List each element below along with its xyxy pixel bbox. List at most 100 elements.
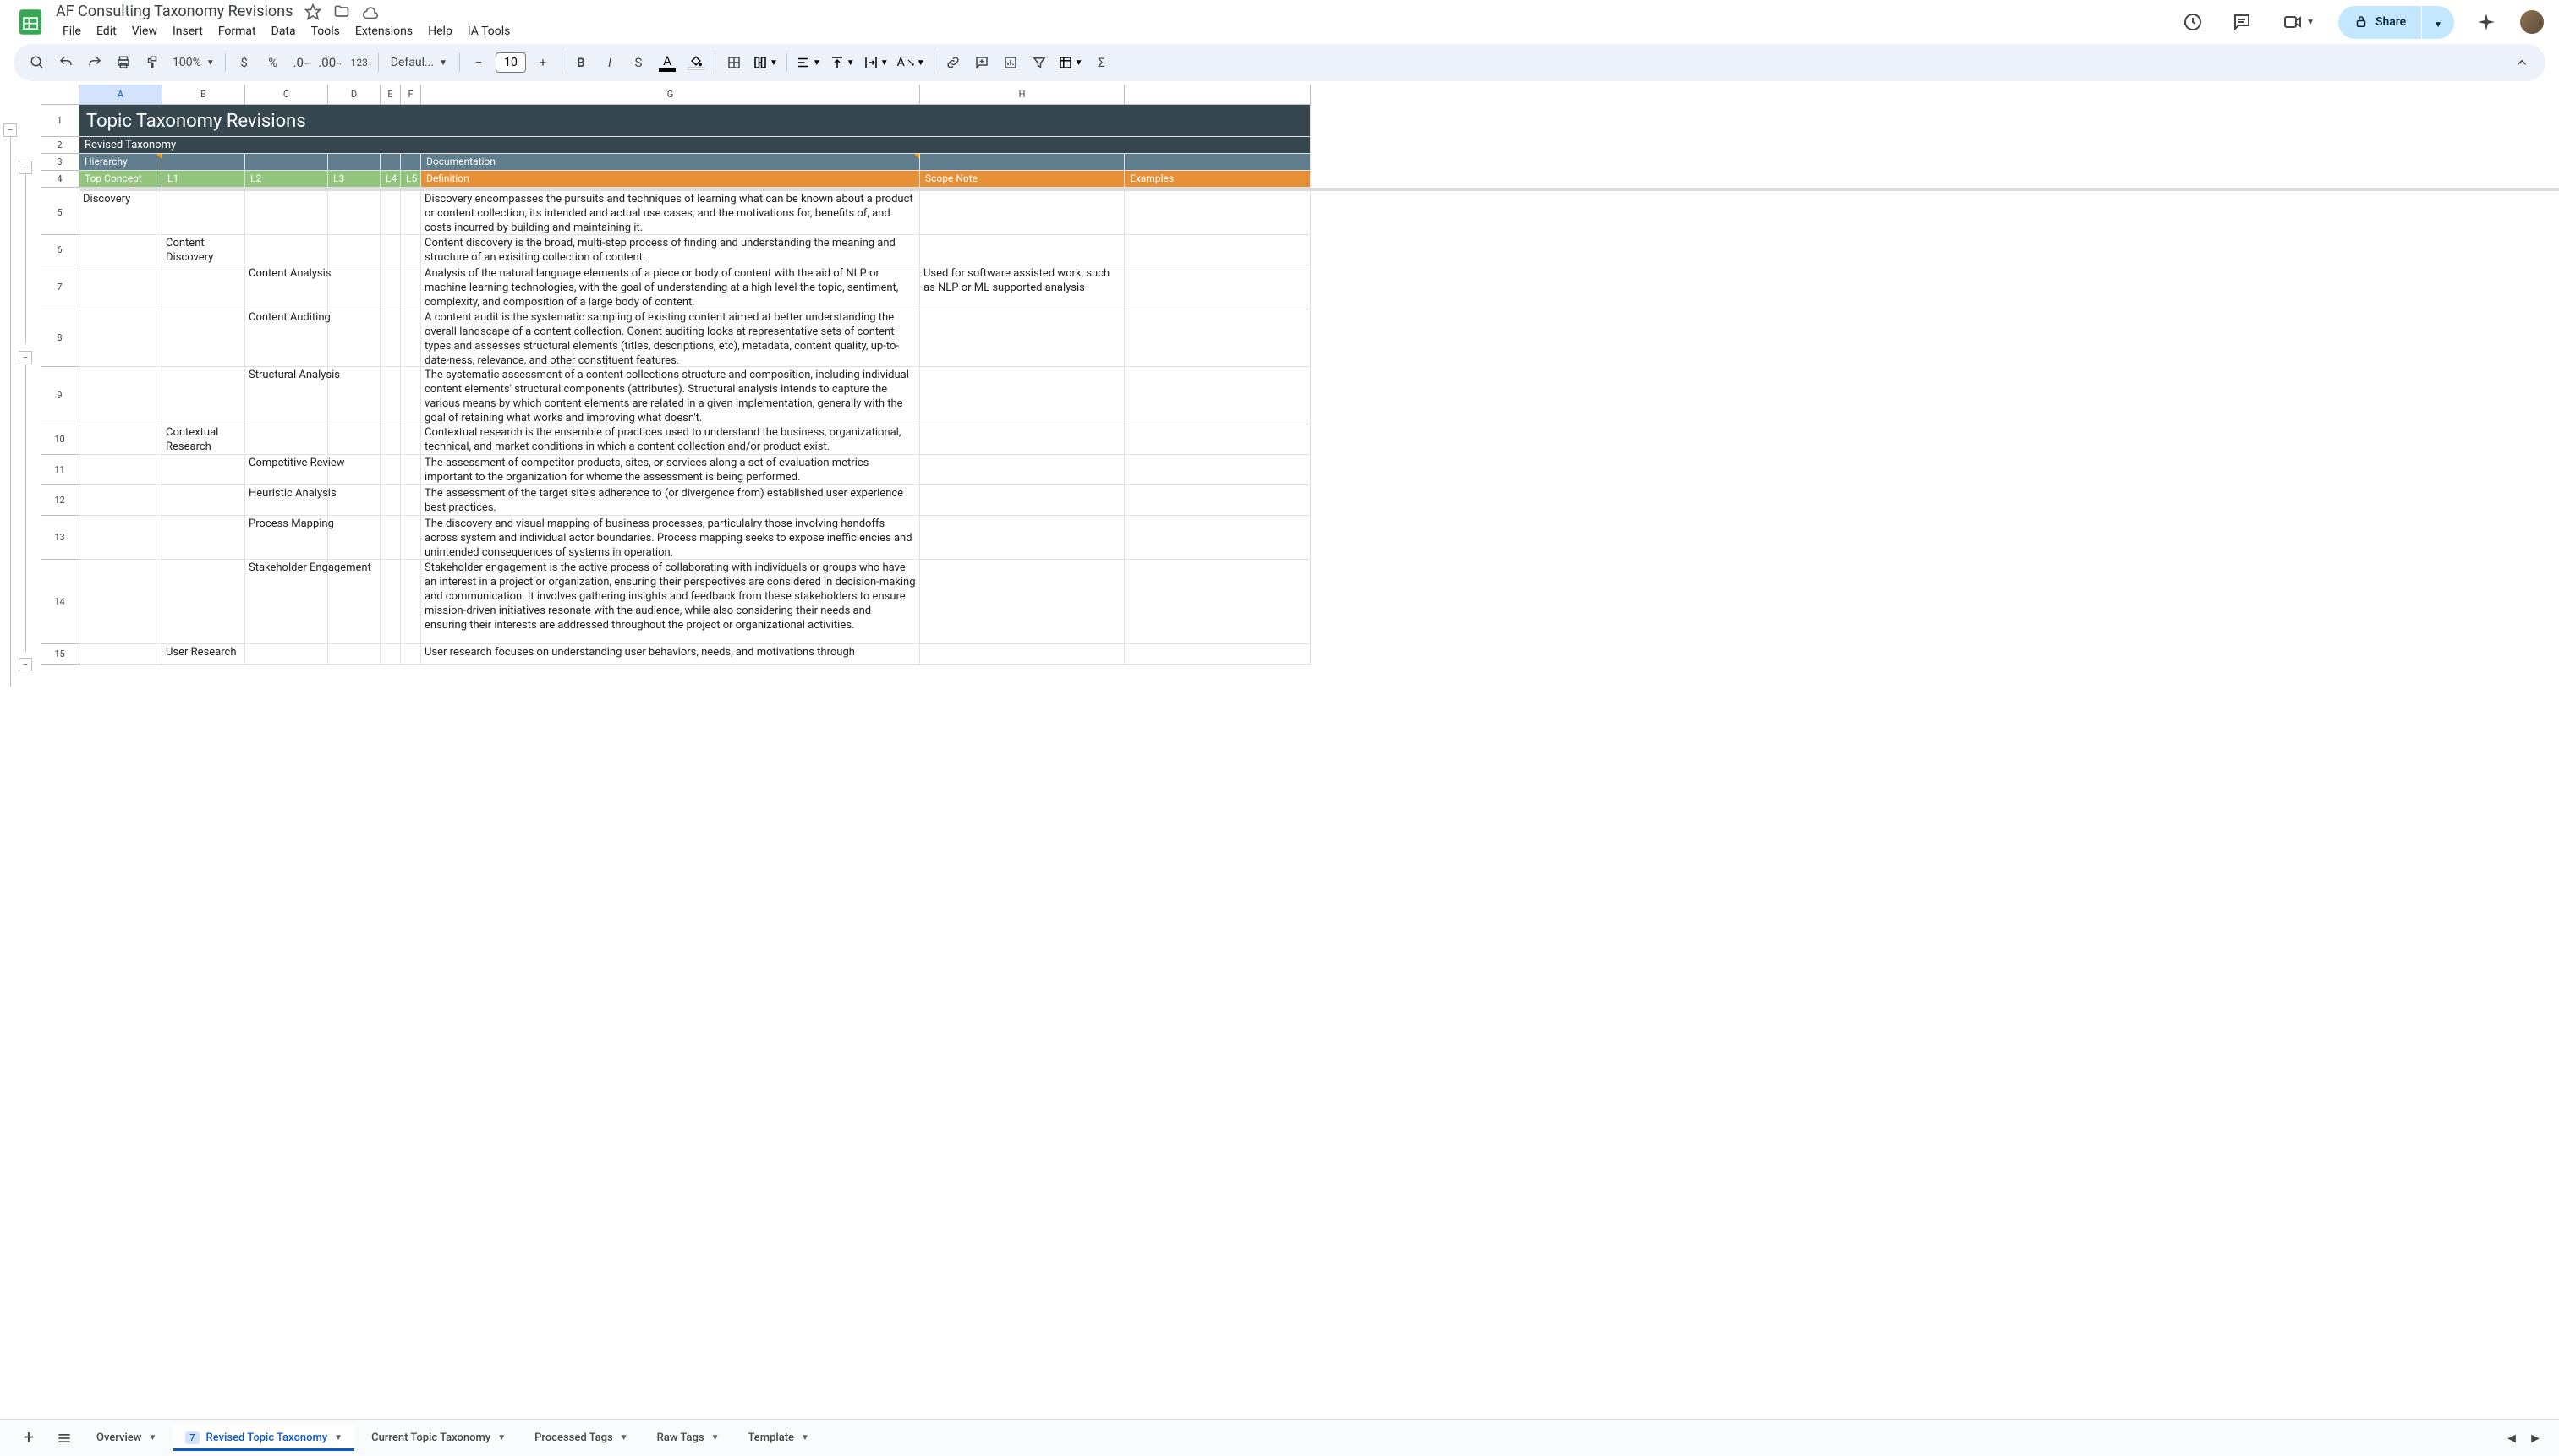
cell[interactable] [381,644,401,665]
header-l5[interactable]: L5 [401,171,421,188]
cell[interactable]: Stakeholder Engagement [245,560,328,644]
cell[interactable]: Content Analysis [245,265,328,309]
cell[interactable] [401,265,421,309]
cell[interactable] [328,191,381,235]
star-icon[interactable] [304,3,321,20]
cell[interactable] [162,265,245,309]
comments-icon[interactable] [2225,5,2259,39]
cell[interactable] [920,560,1125,644]
cell[interactable] [381,516,401,560]
text-color-button[interactable]: A [654,49,681,76]
cell[interactable] [920,367,1125,424]
header-l2[interactable]: L2 [245,171,328,188]
cell[interactable]: Content Auditing [245,309,328,367]
menu-help[interactable]: Help [421,21,459,41]
search-menus-icon[interactable] [24,49,51,76]
scroll-tabs-right-button[interactable]: ► [2525,1423,2545,1453]
cell[interactable]: Competitive Review [245,455,328,485]
header-documentation[interactable]: Documentation [421,154,920,171]
menu-view[interactable]: View [125,21,164,41]
cell[interactable] [401,309,421,367]
sheet-tab[interactable]: Template▼ [736,1425,820,1451]
format-currency-icon[interactable]: $ [231,49,258,76]
more-formats-button[interactable]: 123 [346,49,373,76]
header-examples[interactable]: Examples [1125,171,1311,188]
bold-icon[interactable]: B [567,49,595,76]
cell[interactable]: The assessment of the target site's adhe… [421,485,920,516]
horizontal-align-button[interactable]: ▼ [792,55,825,70]
cell[interactable] [381,485,401,516]
cell[interactable] [162,485,245,516]
share-dropdown[interactable]: ▼ [2422,6,2454,39]
collapse-toolbar-icon[interactable] [2508,49,2535,76]
cell[interactable] [1125,309,1311,367]
meet-button[interactable]: ▼ [2274,7,2323,37]
cell[interactable]: User Research [162,644,245,665]
cell[interactable]: Content Discovery [162,235,245,265]
cell[interactable] [1125,455,1311,485]
cell[interactable] [328,265,381,309]
fill-color-button[interactable] [682,49,710,76]
text-rotation-button[interactable]: A▼ [894,56,929,69]
document-title[interactable]: AF Consulting Taxonomy Revisions [56,3,293,20]
format-percent-icon[interactable]: % [260,49,287,76]
undo-icon[interactable] [52,49,79,76]
column-header-b[interactable]: B [162,85,245,105]
row-header[interactable]: 9 [41,367,79,424]
cell[interactable] [162,191,245,235]
cell[interactable] [401,644,421,665]
cell[interactable] [401,485,421,516]
cell[interactable] [920,191,1125,235]
filter-icon[interactable] [1026,49,1053,76]
cell[interactable] [328,424,381,455]
cell[interactable]: A content audit is the systematic sampli… [421,309,920,367]
column-header-i[interactable] [1125,85,1311,105]
menu-tools[interactable]: Tools [304,21,347,41]
cell[interactable] [79,455,162,485]
header-l4[interactable]: L4 [381,171,401,188]
row-header[interactable]: 1 [41,105,79,137]
cell[interactable] [328,455,381,485]
cell[interactable] [401,424,421,455]
menu-edit[interactable]: Edit [90,21,123,41]
paint-format-icon[interactable] [139,49,166,76]
cell[interactable] [245,235,328,265]
cell[interactable] [162,560,245,644]
cell[interactable]: User research focuses on understanding u… [421,644,920,665]
cell[interactable]: The systematic assessment of a content c… [421,367,920,424]
cell[interactable] [328,485,381,516]
cell[interactable] [401,367,421,424]
menu-data[interactable]: Data [265,21,303,41]
column-header-h[interactable]: H [920,85,1125,105]
cell[interactable] [381,560,401,644]
sheet-tab[interactable]: Overview▼ [85,1425,168,1451]
title-cell[interactable]: Topic Taxonomy Revisions [79,105,1311,137]
cell[interactable]: The assessment of competitor products, s… [421,455,920,485]
add-sheet-button[interactable]: + [14,1423,44,1453]
column-header-e[interactable]: E [381,85,401,105]
cell[interactable] [1125,265,1311,309]
row-header[interactable]: 15 [41,644,79,665]
cell[interactable]: Stakeholder engagement is the active pro… [421,560,920,644]
sheet-tab[interactable]: Raw Tags▼ [645,1425,732,1451]
cell[interactable] [920,644,1125,665]
spreadsheet-grid[interactable]: A B C D E F G H 1 Topic Taxonomy Revisio… [41,85,2559,1419]
cell[interactable] [79,367,162,424]
row-header[interactable]: 5 [41,191,79,235]
menu-file[interactable]: File [56,21,88,41]
cell[interactable]: Contextual Research [162,424,245,455]
column-header-g[interactable]: G [421,85,920,105]
cloud-status-icon[interactable] [362,3,379,20]
cell[interactable] [328,235,381,265]
column-header-f[interactable]: F [401,85,421,105]
cell[interactable] [328,367,381,424]
cell[interactable] [920,455,1125,485]
cell[interactable]: Discovery [79,191,162,235]
cell[interactable] [381,235,401,265]
sheets-logo-icon[interactable] [14,5,47,39]
cell[interactable] [920,309,1125,367]
cell[interactable] [381,309,401,367]
row-header[interactable]: 14 [41,560,79,644]
column-header-c[interactable]: C [245,85,328,105]
cell[interactable] [328,644,381,665]
